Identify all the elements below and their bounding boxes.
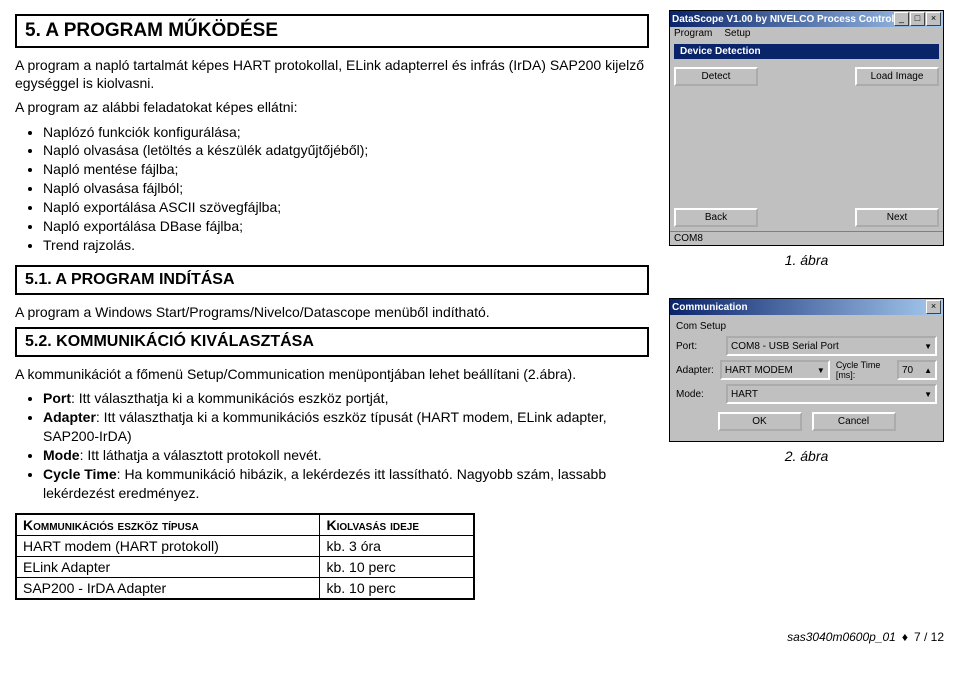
chevron-down-icon: ▼	[924, 342, 932, 351]
list-item: Napló exportálása DBase fájlba;	[43, 217, 649, 236]
list-item: Napló olvasása (letöltés a készülék adat…	[43, 141, 649, 160]
menu-setup[interactable]: Setup	[724, 28, 750, 39]
mode-dropdown[interactable]: HART▼	[726, 384, 937, 404]
next-button[interactable]: Next	[855, 208, 939, 227]
cancel-button[interactable]: Cancel	[812, 412, 896, 431]
minimize-button[interactable]: _	[894, 12, 909, 26]
heading-5: 5. A PROGRAM MŰKÖDÉSE	[15, 14, 649, 48]
heading-5-2: 5.2. KOMMUNIKÁCIÓ KIVÁLASZTÁSA	[15, 327, 649, 357]
list-item: Naplózó funkciók konfigurálása;	[43, 123, 649, 142]
table-header: Kiolvasás ideje	[320, 514, 474, 536]
cycle-time-label: Cycle Time [ms]:	[836, 360, 891, 380]
cycle-time-input[interactable]: 70▲	[897, 360, 937, 380]
chevron-down-icon: ▼	[817, 366, 825, 375]
menu-program[interactable]: Program	[674, 28, 712, 39]
page-footer: sas3040m0600p_01 ♦ 7 / 12	[15, 630, 944, 644]
list-item: Napló mentése fájlba;	[43, 160, 649, 179]
back-button[interactable]: Back	[674, 208, 758, 227]
tasks-list: Naplózó funkciók konfigurálása; Napló ol…	[15, 123, 649, 255]
status-bar: COM8	[670, 231, 943, 245]
adapter-label: Adapter:	[676, 365, 714, 376]
separator-icon: ♦	[902, 630, 908, 644]
load-image-button[interactable]: Load Image	[855, 67, 939, 86]
window-title: DataScope V1.00 by NIVELCO Process Contr…	[672, 14, 894, 25]
group-label: Com Setup	[676, 321, 937, 332]
figure-1-caption: 1. ábra	[669, 252, 944, 268]
mode-label: Mode:	[676, 389, 720, 400]
list-item: Napló exportálása ASCII szövegfájlba;	[43, 198, 649, 217]
screenshot-datascope-window: DataScope V1.00 by NIVELCO Process Contr…	[669, 10, 944, 246]
detect-button[interactable]: Detect	[674, 67, 758, 86]
ok-button[interactable]: OK	[718, 412, 802, 431]
panel-title: Device Detection	[674, 44, 939, 59]
chevron-down-icon: ▼	[924, 390, 932, 399]
comm-table: Kommunikációs eszköz típusaKiolvasás ide…	[15, 513, 475, 600]
comm-list: Port: Itt választhatja ki a kommunikáció…	[15, 389, 649, 502]
heading-5-1: 5.1. A PROGRAM INDÍTÁSA	[15, 265, 649, 295]
tasks-lead: A program az alábbi feladatokat képes el…	[15, 98, 649, 116]
close-button[interactable]: ×	[926, 300, 941, 314]
intro-paragraph: A program a napló tartalmát képes HART p…	[15, 56, 649, 92]
screenshot-communication-dialog: Communication × Com Setup Port: COM8 - U…	[669, 298, 944, 442]
p-5-1: A program a Windows Start/Programs/Nivel…	[15, 303, 649, 321]
list-item: Cycle Time: Ha kommunikáció hibázik, a l…	[43, 465, 649, 503]
list-item: Mode: Itt láthatja a választott protokol…	[43, 446, 649, 465]
table-row: SAP200 - IrDA Adapterkb. 10 perc	[16, 577, 474, 599]
close-button[interactable]: ×	[926, 12, 941, 26]
doc-id: sas3040m0600p_01	[787, 630, 896, 644]
figure-2-caption: 2. ábra	[669, 448, 944, 464]
list-item: Napló olvasása fájlból;	[43, 179, 649, 198]
p-5-2-lead: A kommunikációt a főmenü Setup/Communica…	[15, 365, 649, 383]
list-item: Adapter: Itt választhatja ki a kommuniká…	[43, 408, 649, 446]
spinner-icon: ▲	[924, 366, 932, 375]
port-dropdown[interactable]: COM8 - USB Serial Port▼	[726, 336, 937, 356]
port-label: Port:	[676, 341, 720, 352]
table-row: ELink Adapterkb. 10 perc	[16, 556, 474, 577]
table-header: Kommunikációs eszköz típusa	[16, 514, 320, 536]
window-title: Communication	[672, 302, 748, 313]
list-item: Port: Itt választhatja ki a kommunikáció…	[43, 389, 649, 408]
adapter-dropdown[interactable]: HART MODEM▼	[720, 360, 830, 380]
table-row: HART modem (HART protokoll)kb. 3 óra	[16, 535, 474, 556]
list-item: Trend rajzolás.	[43, 236, 649, 255]
maximize-button[interactable]: □	[910, 12, 925, 26]
page-number: 7 / 12	[914, 630, 944, 644]
